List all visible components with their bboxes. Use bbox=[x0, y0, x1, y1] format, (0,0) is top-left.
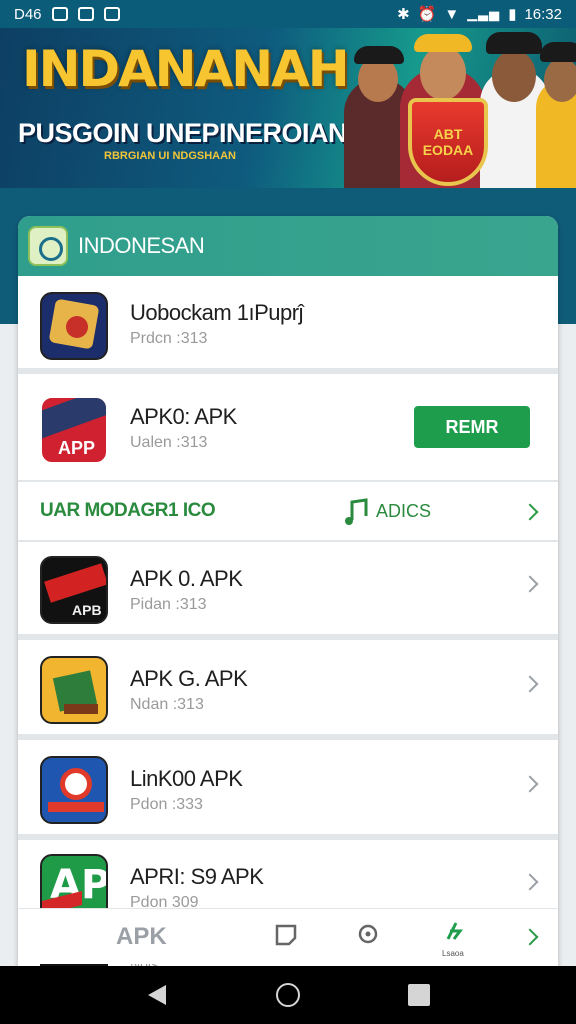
app-icon bbox=[40, 292, 108, 360]
tab-sub-label: Lsaoa bbox=[442, 949, 464, 958]
chevron-right-icon bbox=[521, 873, 539, 891]
app-icon bbox=[40, 756, 108, 824]
list-item[interactable]: APP APK0: APK Ualen :313 REMR bbox=[18, 380, 558, 482]
status-time: 16:32 bbox=[524, 5, 562, 23]
share-icon[interactable] bbox=[442, 919, 466, 943]
app-name: LinK00 APK bbox=[130, 766, 243, 791]
bluetooth-icon: ✱ bbox=[397, 6, 410, 23]
wifi-icon: ▼ bbox=[444, 5, 460, 23]
app-subtitle: Ualen :313 bbox=[130, 434, 208, 451]
app-subtitle: Pidan :313 bbox=[130, 596, 207, 613]
app-icon bbox=[40, 656, 108, 724]
location-icon[interactable] bbox=[356, 923, 380, 947]
app-subtitle: Prdcn :313 bbox=[130, 330, 208, 347]
chevron-right-icon bbox=[521, 775, 539, 793]
image-icon bbox=[77, 7, 94, 21]
battery-icon: ▮ bbox=[508, 6, 517, 23]
app-subtitle: Ndan :313 bbox=[130, 696, 204, 713]
app-subtitle: Pdon :333 bbox=[130, 796, 203, 813]
back-icon[interactable] bbox=[148, 985, 166, 1005]
recents-icon[interactable] bbox=[408, 984, 430, 1006]
status-bar: D46 ✱ ⏰ ▼ ▁▃▅ ▮ 16:32 bbox=[0, 0, 576, 28]
status-left-text: D46 bbox=[14, 5, 42, 23]
app-icon: APP bbox=[40, 396, 108, 464]
note-icon[interactable] bbox=[274, 923, 298, 947]
chevron-right-icon bbox=[521, 503, 539, 521]
promo-right-label: ADICS bbox=[376, 500, 432, 521]
app-name: APK0: APK bbox=[130, 404, 237, 429]
list-item[interactable]: APK G. APK Ndan :313 bbox=[18, 644, 558, 740]
install-button[interactable]: REMR bbox=[414, 406, 530, 448]
signal-icon: ▁▃▅ bbox=[467, 6, 501, 21]
promo-banner[interactable]: INDANANAH PUSGOIN UNEPINEROIAN RBRGIAN U… bbox=[0, 28, 576, 188]
chevron-right-icon[interactable] bbox=[521, 928, 539, 946]
search-app-icon bbox=[28, 226, 68, 266]
message-icon bbox=[103, 7, 120, 21]
shield-badge: ABT EODAA bbox=[408, 98, 488, 186]
app-name: Uobockam 1ıPuprĵ bbox=[130, 300, 303, 325]
music-note-icon bbox=[345, 498, 368, 525]
list-item[interactable]: Uobockam 1ıPuprĵ Prdcn :313 bbox=[18, 278, 558, 374]
banner-people-illustration: ABT EODAA bbox=[340, 28, 576, 188]
card-header: INDONESAN bbox=[18, 216, 558, 276]
chevron-right-icon bbox=[521, 675, 539, 693]
banner-title: INDANANAH bbox=[22, 40, 350, 98]
app-icon: APB bbox=[40, 556, 108, 624]
home-icon[interactable] bbox=[276, 983, 300, 1007]
promo-left-label: UAR MODAGR1 ICO bbox=[40, 500, 216, 521]
mail-icon bbox=[51, 7, 68, 21]
bottom-tab-bar: APK Lsaoa bbox=[18, 908, 558, 964]
banner-small-text: RBRGIAN UI NDGSHAAN bbox=[104, 150, 236, 162]
promo-row[interactable]: UAR MODAGR1 ICO ADICS bbox=[18, 482, 558, 542]
list-item[interactable]: APB APK 0. APK Pidan :313 bbox=[18, 544, 558, 640]
chevron-right-icon bbox=[521, 575, 539, 593]
app-name: APK G. APK bbox=[130, 666, 248, 691]
system-nav-bar bbox=[0, 966, 576, 1024]
list-item[interactable]: LinK00 APK Pdon :333 bbox=[18, 744, 558, 840]
app-list-card: INDONESAN Uobockam 1ıPuprĵ Prdcn :313 AP… bbox=[18, 216, 558, 976]
card-header-title: INDONESAN bbox=[78, 233, 205, 258]
app-name: APRI: S9 APK bbox=[130, 864, 264, 889]
app-name: APK 0. APK bbox=[130, 566, 243, 591]
alarm-icon: ⏰ bbox=[417, 6, 437, 23]
tab-apk[interactable]: APK bbox=[116, 923, 167, 951]
banner-subtitle: PUSGOIN UNEPINEROIAN bbox=[18, 118, 348, 148]
